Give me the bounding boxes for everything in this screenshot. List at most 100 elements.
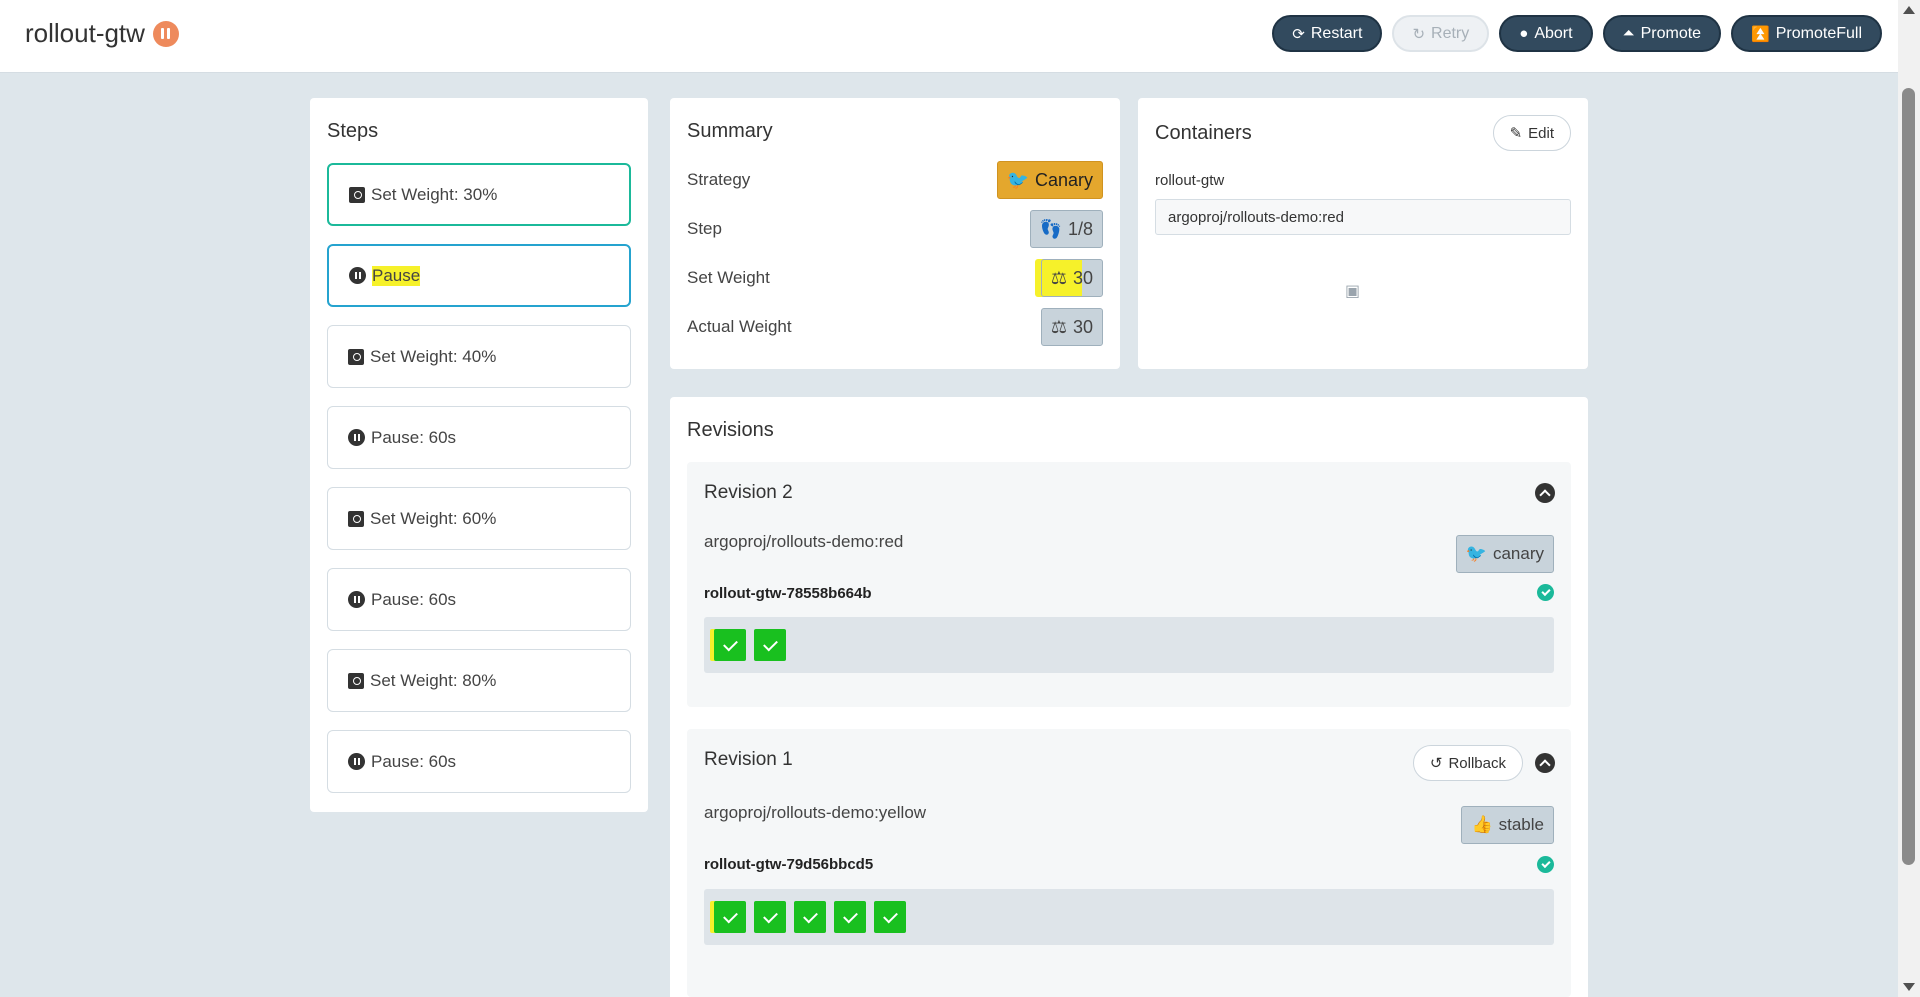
summary-label: Actual Weight [687,317,792,336]
promote-label: Promote [1640,24,1702,42]
revision-image: argoproj/rollouts-demo:red [704,532,904,551]
step-pause-60s[interactable]: Pause: 60s [327,406,631,469]
rollback-label: Rollback [1448,754,1506,772]
action-buttons: ⟳ Restart ↻ Retry ● Abort ⏶ Promote ⏫ Pr… [1272,15,1882,52]
pause-icon [348,429,365,446]
summary-row-strategy: Strategy 🐦 Canary [687,160,1103,200]
collapse-icon[interactable] [1535,753,1555,773]
stable-tag: 👍 stable [1461,806,1554,844]
step-label: Set Weight: 40% [370,346,497,366]
revisions-panel: Revisions Revision 2 argoproj/rollouts-d… [670,397,1588,997]
promote-icon: ⏶ [1622,25,1635,42]
healthy-check-icon [1537,584,1554,601]
canary-bird-icon: 🐦 [1006,169,1029,190]
pod-healthy[interactable] [754,901,786,933]
steps-title: Steps [327,120,379,142]
pod-healthy[interactable] [714,901,746,933]
scrollbar-thumb[interactable] [1902,88,1915,865]
strategy-value: Canary [1034,169,1093,190]
step-label: Set Weight: 60% [370,508,497,528]
undo-icon: ↺ [1429,755,1443,772]
step-set-weight-30[interactable]: Set Weight: 30% [327,163,631,226]
actual-weight-value: 30 [1072,316,1093,337]
steps-panel: Steps Set Weight: 30% Pause Set Weight: … [310,98,648,812]
step-value: 1/8 [1067,218,1093,239]
canary-bird-icon: 🐦 [1465,544,1487,563]
revision-title: Revision 2 [704,482,793,503]
pause-icon [349,267,366,284]
thumbs-up-icon: 👍 [1471,815,1493,834]
abort-icon: ● [1519,25,1529,42]
step-label: Pause [372,265,421,286]
replicaset-name: rollout-gtw-78558b664b [704,585,872,602]
step-label: Set Weight: 80% [370,670,497,690]
abort-button[interactable]: ● Abort [1499,15,1593,52]
step-label: Pause: 60s [371,427,457,447]
restart-icon: ⟳ [1292,25,1305,43]
step-pause-60s[interactable]: Pause: 60s [327,730,631,793]
weight-icon [348,348,364,365]
step-pause-60s[interactable]: Pause: 60s [327,568,631,631]
summary-label: Step [687,219,722,238]
paused-status-icon [152,20,179,47]
pencil-icon: ✎ [1509,125,1523,142]
promote-full-icon: ⏫ [1751,25,1770,43]
pod-healthy[interactable] [834,901,866,933]
promote-button[interactable]: ⏶ Promote [1602,15,1722,52]
canary-tag: 🐦 canary [1455,535,1554,573]
container-image-field[interactable]: argoproj/rollouts-demo:red [1155,199,1571,235]
step-set-weight-80[interactable]: Set Weight: 80% [327,649,631,712]
weight-icon [349,186,365,203]
pause-icon [348,753,365,770]
collapse-icon[interactable] [1535,483,1555,503]
replicaset-name: rollout-gtw-79d56bbcd5 [704,856,874,873]
shoe-prints-icon: 👣 [1039,218,1062,239]
summary-label: Strategy [687,170,751,189]
revision-card: Revision 1 ↺ Rollback argoproj/rollouts-… [687,729,1571,997]
pods-container [704,617,1554,673]
summary-row-set-weight: Set Weight ⚖ 30 [687,258,1103,298]
container-name: rollout-gtw [1155,172,1225,189]
step-set-weight-60[interactable]: Set Weight: 60% [327,487,631,550]
healthy-check-icon [1537,856,1554,873]
summary-row-step: Step 👣 1/8 [687,209,1103,249]
tag-label: canary [1492,544,1544,563]
summary-label: Set Weight [687,268,770,287]
pod-healthy[interactable] [794,901,826,933]
revision-title: Revision 1 [704,749,793,770]
rollback-button[interactable]: ↺ Rollback [1412,745,1523,781]
pods-container [704,889,1554,945]
weight-icon [348,672,364,689]
retry-button[interactable]: ↻ Retry [1392,15,1490,52]
edit-label: Edit [1528,124,1554,142]
set-weight-badge: ⚖ 30 [1040,259,1103,297]
step-label: Set Weight: 30% [371,184,498,204]
scroll-up-arrow-icon[interactable] [1903,6,1915,14]
pod-healthy[interactable] [714,629,746,661]
pod-healthy[interactable] [874,901,906,933]
restart-button[interactable]: ⟳ Restart [1272,15,1383,52]
retry-icon: ↻ [1412,25,1426,43]
abort-label: Abort [1534,24,1573,42]
summary-title: Summary [687,120,773,142]
step-pause[interactable]: Pause [327,244,631,307]
edit-button[interactable]: ✎ Edit [1492,115,1571,151]
summary-panel: Summary Strategy 🐦 Canary Step 👣 1/8 Set… [670,98,1120,369]
step-set-weight-40[interactable]: Set Weight: 40% [327,325,631,388]
strategy-badge: 🐦 Canary [996,161,1103,199]
balance-scale-icon: ⚖ [1050,267,1067,288]
promote-full-button[interactable]: ⏫ PromoteFull [1731,15,1882,52]
pod-healthy[interactable] [754,629,786,661]
tag-label: stable [1498,815,1544,834]
actual-weight-badge: ⚖ 30 [1040,308,1103,346]
balance-scale-icon: ⚖ [1050,316,1067,337]
rollout-title: rollout-gtw [25,18,179,49]
scroll-down-arrow-icon[interactable] [1903,983,1915,991]
retry-label: Retry [1431,24,1470,42]
step-label: Pause: 60s [371,589,457,609]
summary-row-actual-weight: Actual Weight ⚖ 30 [687,307,1103,347]
cubes-icon: ▣ [1345,283,1361,300]
page-scrollbar[interactable] [1898,0,1920,997]
revision-card: Revision 2 argoproj/rollouts-demo:red 🐦 … [687,462,1571,707]
promote-full-label: PromoteFull [1775,24,1862,42]
